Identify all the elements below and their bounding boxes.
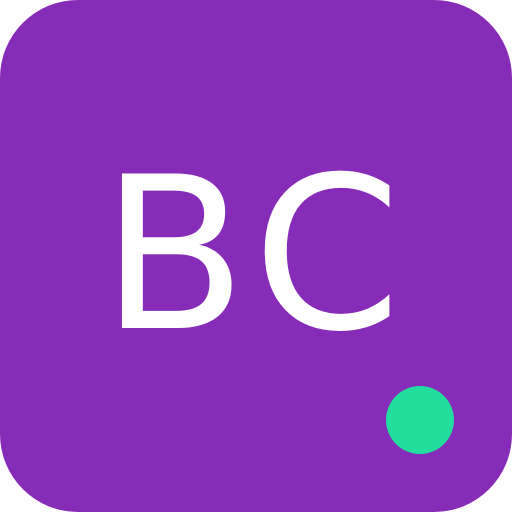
status-dot-icon: [386, 386, 454, 454]
monogram-text: BC: [101, 131, 411, 378]
app-icon[interactable]: BC: [0, 0, 512, 512]
